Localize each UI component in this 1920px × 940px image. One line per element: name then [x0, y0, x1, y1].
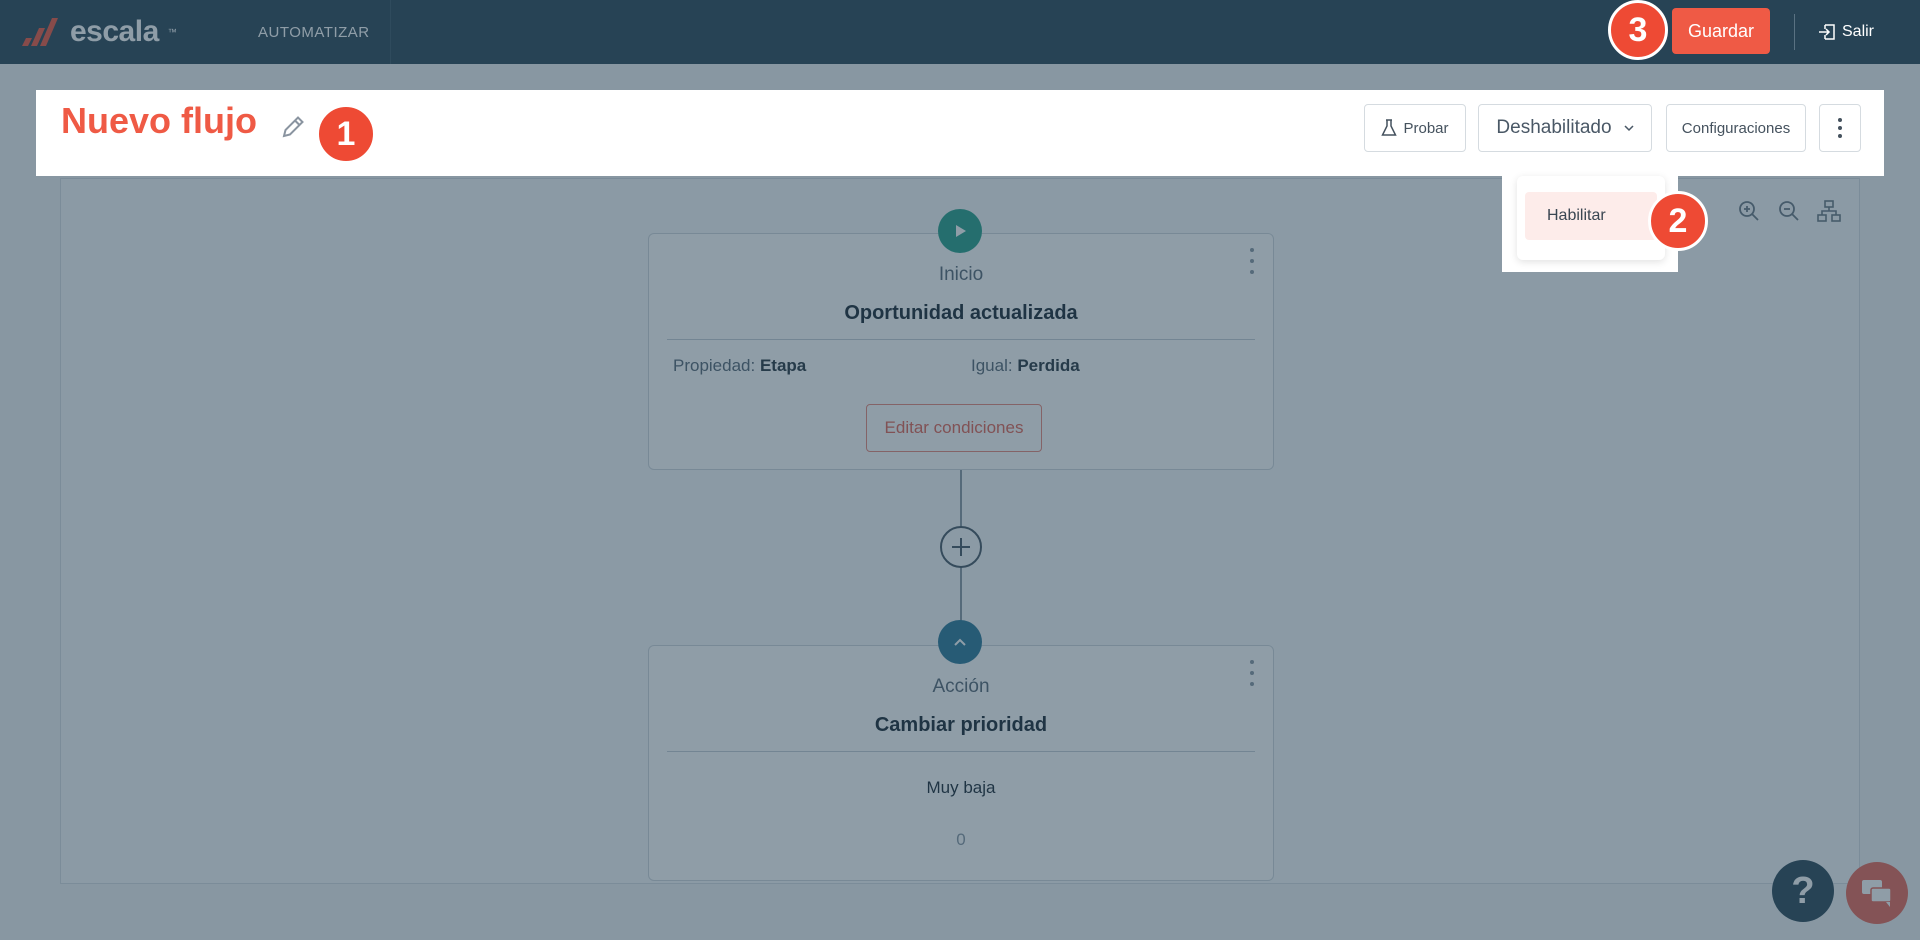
- topbar-divider: [1794, 14, 1795, 50]
- status-dropdown-label: Deshabilitado: [1496, 117, 1612, 138]
- test-button-label: Probar: [1403, 119, 1449, 137]
- more-options-icon[interactable]: [1819, 104, 1861, 152]
- step-badge-1: 1: [316, 104, 376, 164]
- settings-button[interactable]: Configuraciones: [1666, 104, 1806, 152]
- flask-icon: [1381, 119, 1398, 136]
- page-title[interactable]: Nuevo flujo: [61, 100, 257, 142]
- sign-in-icon: [1819, 24, 1835, 40]
- step-badge-3: 3: [1608, 0, 1668, 60]
- flow-header: Nuevo flujo Probar Deshabilitado Configu…: [36, 90, 1884, 176]
- edit-title-icon[interactable]: [276, 110, 310, 144]
- chevron-down-icon: [1624, 125, 1634, 132]
- save-button[interactable]: Guardar: [1672, 8, 1770, 54]
- status-dropdown[interactable]: Deshabilitado: [1478, 104, 1652, 152]
- step-badge-2: 2: [1648, 191, 1708, 251]
- exit-button[interactable]: Salir: [1818, 18, 1874, 46]
- status-menu: Habilitar: [1517, 176, 1665, 260]
- exit-label: Salir: [1842, 23, 1875, 40]
- test-button[interactable]: Probar: [1364, 104, 1466, 152]
- menu-item-habilitar[interactable]: Habilitar: [1525, 192, 1657, 240]
